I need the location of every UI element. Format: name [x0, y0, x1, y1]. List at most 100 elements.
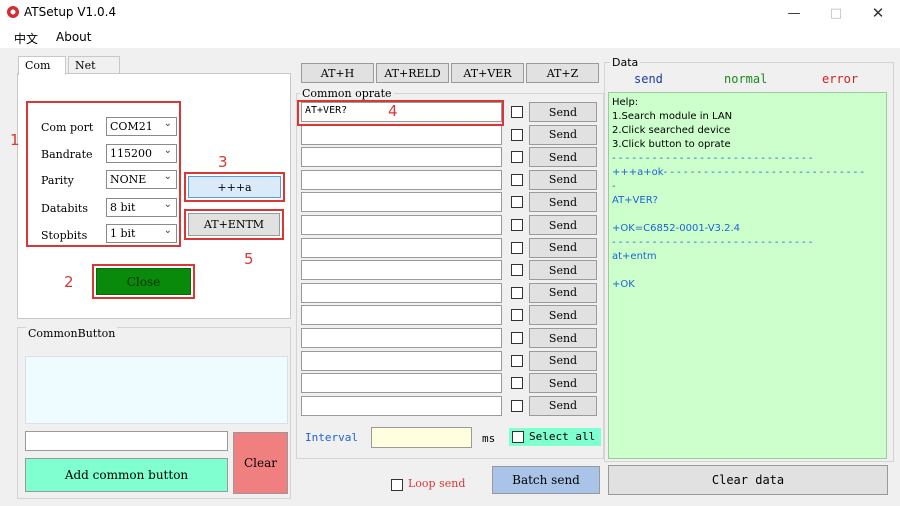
oprate-row-checkbox[interactable]: [511, 151, 523, 164]
oprate-command-input[interactable]: [301, 169, 502, 190]
oprate-send-button[interactable]: Send: [529, 305, 597, 326]
oprate-send-button[interactable]: Send: [529, 237, 597, 258]
oprate-row-checkbox[interactable]: [511, 399, 523, 412]
clear-button[interactable]: Clear: [233, 432, 288, 494]
oprate-send-button[interactable]: Send: [529, 192, 597, 213]
oprate-command-input[interactable]: [301, 260, 502, 281]
at-entm-button[interactable]: AT+ENTM: [188, 213, 280, 236]
menu-item-about[interactable]: About: [56, 30, 91, 44]
oprate-command-input[interactable]: [301, 395, 502, 416]
loop-send-checkbox[interactable]: [391, 479, 403, 491]
data-line: 1.Search module in LAN: [612, 111, 733, 122]
close-port-button[interactable]: Close: [96, 268, 191, 295]
select-all-box[interactable]: [512, 431, 524, 443]
oprate-send-button[interactable]: Send: [529, 328, 597, 348]
oprate-command-input[interactable]: [301, 305, 502, 326]
data-line: AT+VER?: [612, 195, 658, 206]
close-window-icon[interactable]: ✕: [856, 0, 900, 26]
legend-error: error: [822, 72, 859, 86]
label-com-port: Com port: [41, 121, 94, 134]
minimize-icon[interactable]: —: [772, 0, 816, 26]
annotation-1: 1: [10, 131, 20, 149]
databits-select[interactable]: 8 bit ⌄: [106, 198, 177, 217]
window-title: ATSetup V1.0.4: [24, 5, 117, 19]
oprate-command-input[interactable]: [301, 350, 502, 371]
tab-com[interactable]: Com: [18, 56, 66, 75]
oprate-command-input[interactable]: [301, 237, 502, 258]
oprate-command-input[interactable]: [301, 328, 502, 348]
oprate-command-input[interactable]: [301, 215, 502, 235]
data-output-area[interactable]: Help: 1.Search module in LAN 2.Click searc…: [608, 92, 887, 459]
annotation-box-4: [297, 100, 504, 126]
bandrate-select[interactable]: 115200 ⌄: [106, 144, 177, 163]
data-line: [612, 264, 883, 278]
interval-input[interactable]: [371, 427, 472, 448]
title-bar: [0, 0, 900, 26]
menu-item-chinese[interactable]: 中文: [14, 30, 38, 47]
common-button-title: CommonButton: [26, 327, 118, 340]
data-line: -: [612, 181, 616, 192]
select-all-checkbox[interactable]: Select all: [509, 428, 601, 446]
at-h-button[interactable]: AT+H: [301, 63, 374, 83]
data-line: - - - - - - - - - - - - - - - - - - - - …: [612, 237, 813, 248]
data-line: Help:: [612, 97, 639, 108]
oprate-send-button[interactable]: Send: [529, 350, 597, 371]
menu-bar: [0, 26, 900, 48]
oprate-command-input[interactable]: [301, 147, 502, 168]
oprate-row-checkbox[interactable]: [511, 332, 523, 344]
oprate-send-button[interactable]: Send: [529, 169, 597, 190]
oprate-row-checkbox[interactable]: [511, 264, 523, 277]
com-port-select[interactable]: COM21 ⌄: [106, 117, 177, 136]
common-oprate-title: Common oprate: [300, 87, 394, 100]
oprate-send-button[interactable]: Send: [529, 373, 597, 394]
oprate-row-checkbox[interactable]: [511, 354, 523, 367]
legend-normal: normal: [724, 72, 768, 86]
oprate-send-button[interactable]: Send: [529, 124, 597, 145]
maximize-icon[interactable]: □: [814, 0, 858, 26]
common-button-input[interactable]: [25, 431, 228, 451]
annotation-4: 4: [388, 102, 398, 120]
oprate-command-input[interactable]: [301, 124, 502, 145]
label-databits: Databits: [41, 202, 88, 215]
oprate-command-input[interactable]: [301, 192, 502, 213]
oprate-send-button[interactable]: Send: [529, 260, 597, 281]
loop-send-label: Loop send: [408, 477, 466, 490]
oprate-row-checkbox[interactable]: [511, 377, 523, 390]
stopbits-select[interactable]: 1 bit ⌄: [106, 224, 177, 243]
data-line: 3.Click button to oprate: [612, 139, 731, 150]
oprate-send-button[interactable]: Send: [529, 395, 597, 416]
oprate-row-checkbox[interactable]: [511, 286, 523, 299]
oprate-send-button[interactable]: Send: [529, 282, 597, 303]
parity-select[interactable]: NONE ⌄: [106, 170, 177, 189]
oprate-row-checkbox[interactable]: [511, 309, 523, 322]
at-ver-button[interactable]: AT+VER: [451, 63, 524, 83]
oprate-row-checkbox[interactable]: [511, 196, 523, 209]
plus-a-button[interactable]: +++a: [188, 176, 281, 198]
at-reld-button[interactable]: AT+RELD: [376, 63, 449, 83]
data-line: +OK: [612, 279, 635, 290]
data-line: +OK=C6852-0001-V3.2.4: [612, 223, 740, 234]
tab-net[interactable]: Net: [68, 56, 120, 74]
oprate-row-checkbox[interactable]: [511, 219, 523, 231]
annotation-3: 3: [218, 153, 228, 171]
oprate-command-input[interactable]: [301, 373, 502, 394]
data-line: [612, 208, 883, 222]
oprate-send-button[interactable]: Send: [529, 102, 597, 122]
oprate-command-input[interactable]: [301, 282, 502, 303]
oprate-row-checkbox[interactable]: [511, 173, 523, 186]
chevron-down-icon: ⌄: [163, 118, 172, 129]
add-common-button[interactable]: Add common button: [25, 458, 228, 492]
label-parity: Parity: [41, 174, 74, 187]
app-icon: [7, 6, 19, 18]
oprate-row-checkbox[interactable]: [511, 106, 523, 118]
data-line: at+entm: [612, 251, 657, 262]
oprate-row-checkbox[interactable]: [511, 128, 523, 141]
oprate-send-button[interactable]: Send: [529, 147, 597, 168]
batch-send-button[interactable]: Batch send: [492, 466, 600, 494]
oprate-send-button[interactable]: Send: [529, 215, 597, 235]
data-line: +++a+ok- - - - - - - - - - - - - - - - -…: [612, 167, 864, 178]
interval-label: Interval: [305, 431, 358, 444]
at-z-button[interactable]: AT+Z: [526, 63, 599, 83]
clear-data-button[interactable]: Clear data: [608, 465, 888, 495]
oprate-row-checkbox[interactable]: [511, 241, 523, 254]
